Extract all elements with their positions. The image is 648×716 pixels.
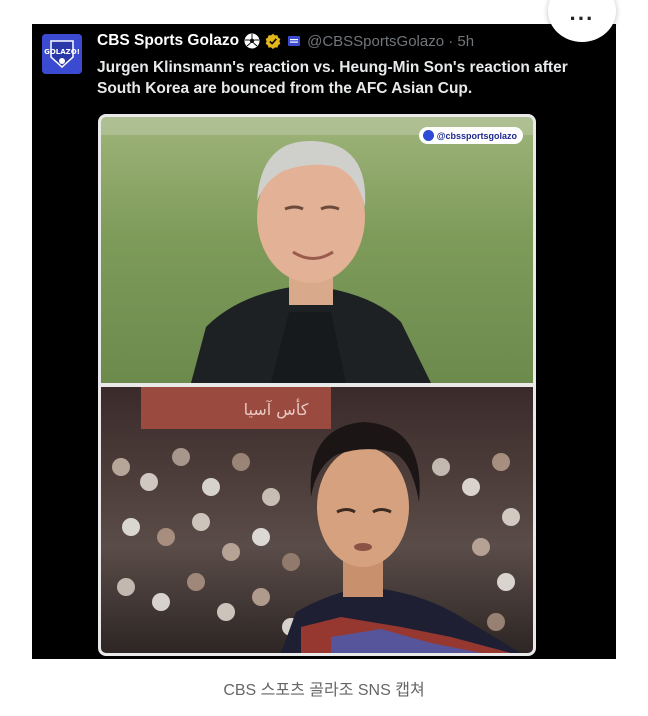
avatar-logo-text: GOLAZO! — [44, 48, 80, 56]
stadium-sign-text: كأس آسيا — [244, 398, 309, 419]
watermark-text: @cbssportsgolazo — [436, 130, 517, 141]
soccer-ball-icon — [244, 33, 260, 49]
tweet-text: Jurgen Klinsmann's reaction vs. Heung-Mi… — [97, 59, 568, 97]
verified-gold-icon — [265, 33, 281, 49]
image-caption: CBS 스포츠 골라조 SNS 캡쳐 — [223, 682, 425, 699]
more-horizontal-icon: ··· — [569, 6, 595, 31]
son-illustration: كأس آسيا — [112, 387, 521, 653]
golazo-dot-icon — [422, 130, 434, 141]
son-photo: كأس آسيا — [101, 387, 533, 653]
klinsmann-photo: @cbssportsgolazo — [101, 117, 533, 383]
tweet-card[interactable]: GOLAZO! CBS Sports Golazo @CBSSportsGola… — [32, 24, 616, 659]
tweet-header: CBS Sports Golazo @CBSSportsGolazo · 5h — [97, 32, 606, 50]
author-name[interactable]: CBS Sports Golazo — [97, 32, 239, 50]
golazo-logo-icon: GOLAZO! — [42, 34, 82, 74]
handle-and-time[interactable]: @CBSSportsGolazo · 5h — [307, 33, 474, 50]
klinsmann-illustration — [101, 117, 533, 383]
avatar[interactable]: GOLAZO! — [42, 34, 82, 74]
flag-icon — [288, 36, 301, 46]
watermark-badge: @cbssportsgolazo — [418, 127, 523, 144]
tweet-media[interactable]: @cbssportsgolazo كأس آسيا — [98, 114, 536, 656]
